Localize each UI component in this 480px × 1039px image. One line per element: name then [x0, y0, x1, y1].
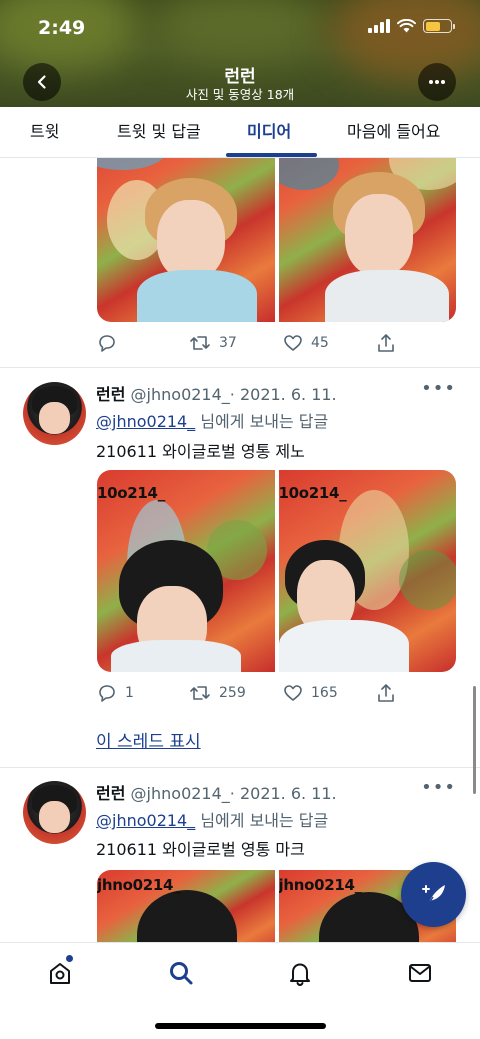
tweet-media-grid[interactable]: 10o214_ 10o214_ — [97, 470, 456, 672]
profile-tabs-overlay: 트윗 트윗 및 답글 미디어 마음에 들어요 — [0, 107, 480, 158]
reply-icon — [99, 335, 115, 352]
media-image[interactable]: 10o214_ — [97, 470, 275, 672]
handle: @jhno0214_ — [130, 385, 230, 404]
tweet-text: 210611 와이글로벌 영통 제노 — [96, 442, 305, 461]
media-watermark: 10o214_ — [97, 484, 165, 502]
media-watermark: jhno0214_ — [97, 876, 181, 894]
retweet-icon — [190, 336, 210, 350]
tweet-more-button[interactable]: ••• — [421, 378, 456, 399]
heart-icon — [284, 335, 302, 351]
heart-icon — [284, 685, 302, 701]
tweet-header: 런런 @jhno0214_· 2021. 6. 11. — [96, 381, 337, 405]
tweet-date: · 2021. 6. 11. — [229, 784, 337, 803]
avatar[interactable] — [23, 382, 86, 445]
share-icon — [378, 684, 394, 702]
like-count: 45 — [311, 335, 329, 351]
display-name[interactable]: 런런 — [96, 385, 125, 404]
like-button[interactable]: 45 — [283, 330, 329, 356]
like-count: 165 — [311, 685, 338, 701]
status-bar: 2:49 — [0, 0, 480, 56]
notifications-icon — [290, 963, 310, 986]
reply-button[interactable]: 1 — [97, 680, 134, 706]
active-tab-indicator — [226, 153, 317, 157]
tweet-date: · 2021. 6. 11. — [229, 385, 337, 404]
reply-context-suffix: 님에게 보내는 답글 — [195, 811, 329, 830]
compose-feather-icon — [421, 884, 445, 905]
reply-count: 1 — [125, 685, 134, 701]
system-indicators — [368, 19, 455, 33]
display-name[interactable]: 런런 — [96, 784, 125, 803]
share-button[interactable] — [376, 680, 396, 706]
tweet-text: 210611 와이글로벌 영통 마크 — [96, 840, 305, 859]
more-options-button[interactable] — [418, 63, 456, 101]
nav-search[interactable] — [165, 957, 197, 989]
wifi-icon — [397, 19, 416, 33]
tab-tweets[interactable]: 트윗 — [30, 107, 59, 158]
status-time: 2:49 — [38, 17, 86, 39]
reply-mention-link[interactable]: @jhno0214_ — [96, 412, 195, 431]
avatar[interactable] — [23, 781, 86, 844]
scrollbar[interactable] — [473, 686, 476, 794]
more-icon — [429, 80, 445, 84]
home-notification-dot — [66, 955, 73, 962]
handle: @jhno0214_ — [130, 784, 230, 803]
tweet-actions: 1 259 165 — [97, 680, 397, 706]
tweet-divider — [0, 367, 480, 368]
tweet-actions: 37 45 — [97, 330, 397, 356]
messages-icon — [409, 964, 431, 982]
retweet-count: 37 — [219, 335, 237, 351]
tweet-more-button[interactable]: ••• — [421, 777, 456, 798]
show-thread-link[interactable]: 이 스레드 표시 — [96, 727, 201, 752]
nav-notifications[interactable] — [284, 957, 316, 989]
tab-likes[interactable]: 마음에 들어요 — [347, 107, 440, 158]
reply-context: @jhno0214_ 님에게 보내는 답글 — [96, 408, 328, 432]
tweet-header: 런런 @jhno0214_· 2021. 6. 11. — [96, 780, 337, 804]
signal-icon — [368, 19, 390, 33]
like-button[interactable]: 165 — [283, 680, 338, 706]
reply-context-suffix: 님에게 보내는 답글 — [195, 412, 329, 431]
reply-button[interactable] — [97, 330, 125, 356]
reply-mention-link[interactable]: @jhno0214_ — [96, 811, 195, 830]
reply-icon — [99, 685, 115, 702]
retweet-count: 259 — [219, 685, 246, 701]
tab-media[interactable]: 미디어 — [247, 107, 291, 158]
search-icon — [170, 962, 193, 985]
battery-icon — [423, 19, 455, 33]
reply-context: @jhno0214_ 님에게 보내는 답글 — [96, 807, 328, 831]
nav-home[interactable] — [44, 957, 76, 989]
share-button[interactable] — [376, 330, 396, 356]
media-image[interactable]: 10o214_ — [278, 470, 456, 672]
media-watermark: jhno0214_ — [278, 876, 363, 894]
media-count-subtitle: 사진 및 동영상 18개 — [185, 87, 295, 102]
home-indicator — [155, 1023, 326, 1029]
retweet-button[interactable]: 259 — [189, 680, 246, 706]
compose-tweet-button[interactable] — [401, 862, 466, 927]
nav-messages[interactable] — [404, 957, 436, 989]
media-watermark: 10o214_ — [278, 484, 347, 502]
retweet-button[interactable]: 37 — [189, 330, 237, 356]
share-icon — [378, 334, 394, 352]
tab-tweets-replies[interactable]: 트윗 및 답글 — [117, 107, 201, 158]
retweet-icon — [190, 686, 210, 700]
home-icon — [50, 963, 70, 984]
tweet-divider — [0, 767, 480, 768]
